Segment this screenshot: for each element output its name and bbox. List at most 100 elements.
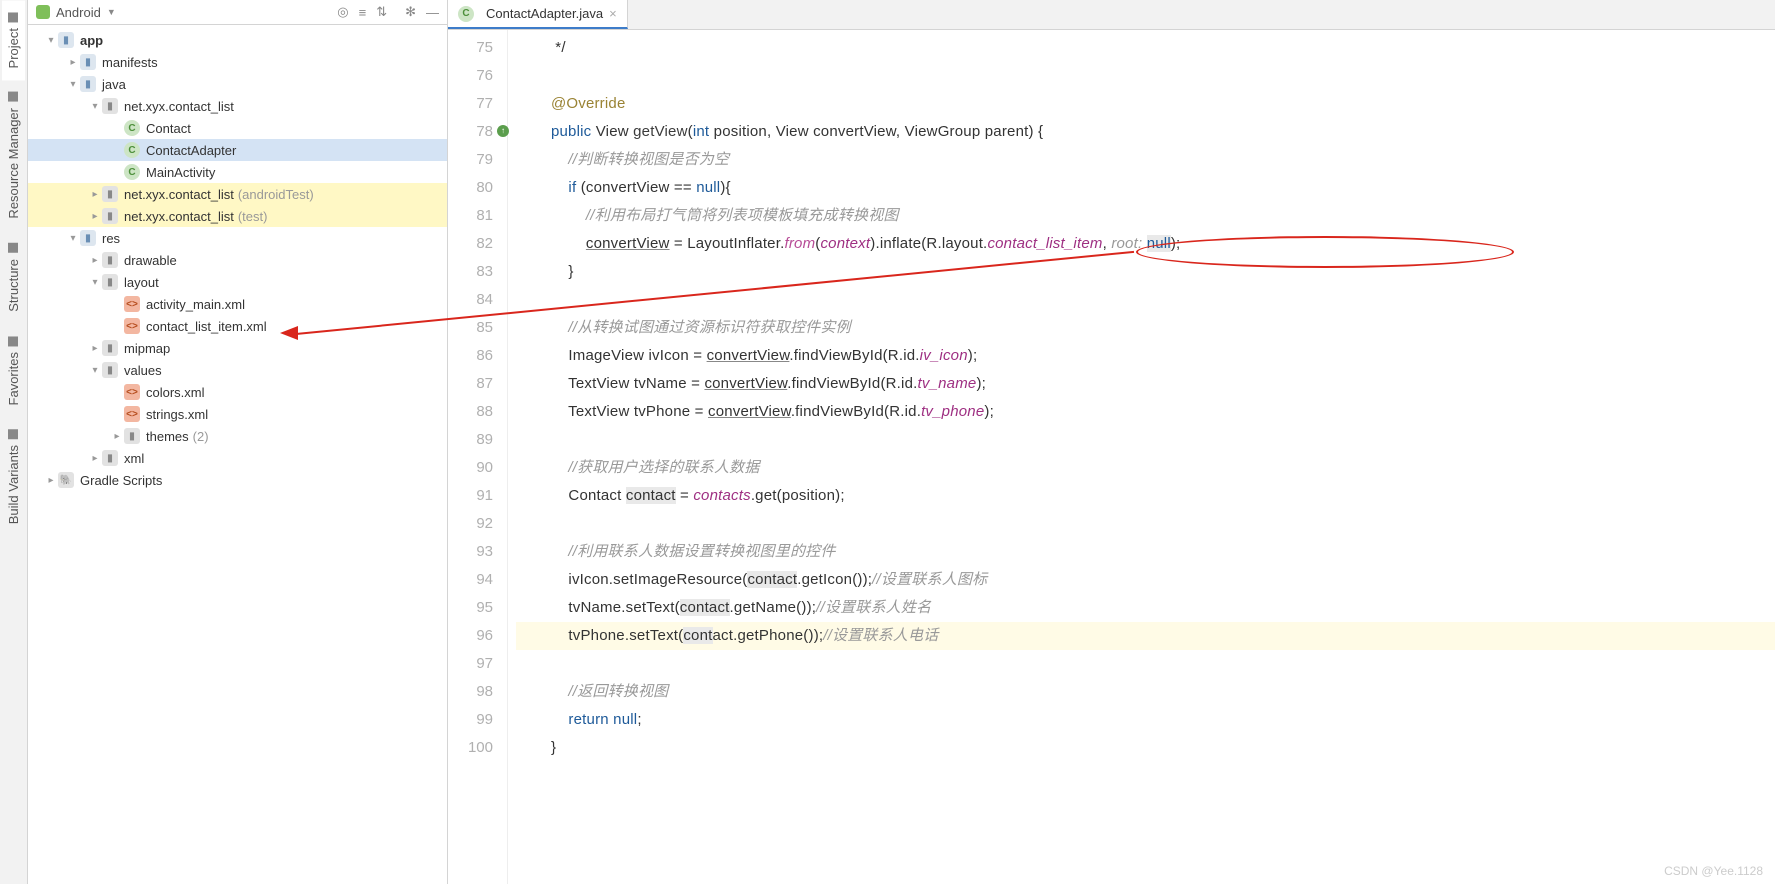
code-line[interactable]: @Override [516, 90, 1775, 118]
tree-node[interactable]: ▸▮drawable [28, 249, 447, 271]
tree-node[interactable]: ▾▮values [28, 359, 447, 381]
editor-tab[interactable]: C ContactAdapter.java × [448, 0, 628, 29]
pkg-icon: ▮ [102, 450, 118, 466]
code-line[interactable]: public View getView(int position, View c… [516, 118, 1775, 146]
settings-icon[interactable]: ✻ [405, 4, 416, 20]
watermark: CSDN @Yee.1128 [1664, 864, 1763, 878]
pkg-icon: ▮ [124, 428, 140, 444]
disclosure-arrow[interactable]: ▾ [88, 101, 102, 112]
code-line[interactable]: TextView tvName = convertView.findViewBy… [516, 370, 1775, 398]
code-line[interactable]: //从转换试图通过资源标识符获取控件实例 [516, 314, 1775, 342]
code-line[interactable]: return null; [516, 706, 1775, 734]
grd-icon: 🐘 [58, 472, 74, 488]
sort-icon[interactable]: ⇅ [376, 4, 387, 20]
code-line[interactable]: } [516, 258, 1775, 286]
disclosure-arrow[interactable]: ▸ [110, 431, 124, 442]
code-line[interactable]: //利用布局打气筒将列表项模板填充成转换视图 [516, 202, 1775, 230]
tree-node[interactable]: ▾▮ res [28, 227, 447, 249]
tool-tab-favorites[interactable]: Favorites [2, 324, 25, 417]
tree-node-label: xml [124, 451, 144, 466]
code-line[interactable] [516, 650, 1775, 678]
disclosure-arrow[interactable]: ▾ [66, 233, 80, 244]
code-line[interactable] [516, 426, 1775, 454]
code-line[interactable]: //判断转换视图是否为空 [516, 146, 1775, 174]
tree-node[interactable]: ▸▮manifests [28, 51, 447, 73]
pkg-icon: ▮ [102, 252, 118, 268]
code-line[interactable]: tvPhone.setText(contact.getPhone());//设置… [516, 622, 1775, 650]
tree-node-label: java [102, 77, 126, 92]
tree-node-label: ContactAdapter [146, 143, 236, 158]
code-line[interactable] [516, 286, 1775, 314]
tree-node[interactable]: ▸▮net.xyx.contact_list(test) [28, 205, 447, 227]
code-line[interactable] [516, 62, 1775, 90]
code-line[interactable]: //获取用户选择的联系人数据 [516, 454, 1775, 482]
disclosure-arrow[interactable]: ▸ [44, 475, 58, 486]
tree-node[interactable]: ▾▮java [28, 73, 447, 95]
tree-node[interactable]: ▸▮mipmap [28, 337, 447, 359]
code-content[interactable]: */ @Override public View getView(int pos… [508, 30, 1775, 884]
tree-node[interactable]: <>strings.xml [28, 403, 447, 425]
dir-icon: ▮ [80, 230, 96, 246]
tree-node-label: net.xyx.contact_list [124, 209, 234, 224]
disclosure-arrow[interactable]: ▸ [88, 211, 102, 222]
code-line[interactable]: //返回转换视图 [516, 678, 1775, 706]
xml-icon: <> [124, 318, 140, 334]
cls-icon: C [124, 164, 140, 180]
code-line[interactable]: //利用联系人数据设置转换视图里的控件 [516, 538, 1775, 566]
tree-node[interactable]: ▸▮themes(2) [28, 425, 447, 447]
code-line[interactable] [516, 510, 1775, 538]
tool-tab-icon [9, 12, 19, 22]
filter-icon[interactable]: ≡ [359, 5, 367, 20]
tree-node[interactable]: ▾▮layout [28, 271, 447, 293]
disclosure-arrow[interactable]: ▸ [88, 189, 102, 200]
code-line[interactable]: convertView = LayoutInflater.from(contex… [516, 230, 1775, 258]
close-icon[interactable]: × [609, 6, 617, 21]
view-selector[interactable]: Android ▼ [36, 5, 116, 20]
code-line[interactable]: Contact contact = contacts.get(position)… [516, 482, 1775, 510]
code-line[interactable]: ImageView ivIcon = convertView.findViewB… [516, 342, 1775, 370]
tree-node-label: values [124, 363, 162, 378]
tree-node[interactable]: <>contact_list_item.xml [28, 315, 447, 337]
disclosure-arrow[interactable]: ▸ [88, 255, 102, 266]
disclosure-arrow[interactable]: ▸ [66, 57, 80, 68]
tree-node[interactable]: CContactAdapter [28, 139, 447, 161]
code-line[interactable]: tvName.setText(contact.getName());//设置联系… [516, 594, 1775, 622]
code-editor[interactable]: 75767778↑7980818283848586878889909192939… [448, 30, 1775, 884]
tree-node[interactable]: <>activity_main.xml [28, 293, 447, 315]
tool-tab-project[interactable]: Project [2, 0, 25, 80]
tree-node[interactable]: ▾▮net.xyx.contact_list [28, 95, 447, 117]
pkg-icon: ▮ [102, 340, 118, 356]
tool-tab-icon [9, 336, 19, 346]
tree-node[interactable]: ▸▮net.xyx.contact_list(androidTest) [28, 183, 447, 205]
disclosure-arrow[interactable]: ▸ [88, 343, 102, 354]
tree-node[interactable]: <>colors.xml [28, 381, 447, 403]
code-line[interactable]: ivIcon.setImageResource(contact.getIcon(… [516, 566, 1775, 594]
tool-tab-structure[interactable]: Structure [2, 231, 25, 324]
code-line[interactable]: } [516, 734, 1775, 762]
tree-node[interactable]: ▾▮app [28, 29, 447, 51]
pkg-icon: ▮ [102, 208, 118, 224]
tree-node[interactable]: ▸🐘Gradle Scripts [28, 469, 447, 491]
disclosure-arrow[interactable]: ▾ [66, 79, 80, 90]
override-gutter-icon[interactable]: ↑ [497, 125, 509, 137]
target-icon[interactable]: ◎ [337, 4, 348, 20]
tool-tab-build-variants[interactable]: Build Variants [2, 417, 25, 536]
tool-tab-resource-manager[interactable]: Resource Manager [2, 80, 25, 231]
disclosure-arrow[interactable]: ▾ [88, 277, 102, 288]
tree-node-label: Contact [146, 121, 191, 136]
disclosure-arrow[interactable]: ▸ [88, 453, 102, 464]
tree-node[interactable]: ▸▮ xml [28, 447, 447, 469]
tree-node[interactable]: CContact [28, 117, 447, 139]
tree-node[interactable]: CMainActivity [28, 161, 447, 183]
code-line[interactable]: */ [516, 34, 1775, 62]
code-line[interactable]: TextView tvPhone = convertView.findViewB… [516, 398, 1775, 426]
disclosure-arrow[interactable]: ▾ [44, 35, 58, 46]
code-line[interactable]: if (convertView == null){ [516, 174, 1775, 202]
hide-icon[interactable]: — [426, 5, 439, 20]
xml-icon: <> [124, 296, 140, 312]
tree-node-label: res [102, 231, 120, 246]
project-tree[interactable]: ▾▮app▸▮manifests▾▮java▾▮net.xyx.contact_… [28, 25, 447, 884]
tree-node-label: themes [146, 429, 189, 444]
disclosure-arrow[interactable]: ▾ [88, 365, 102, 376]
editor-area: C ContactAdapter.java × 75767778↑7980818… [448, 0, 1775, 884]
